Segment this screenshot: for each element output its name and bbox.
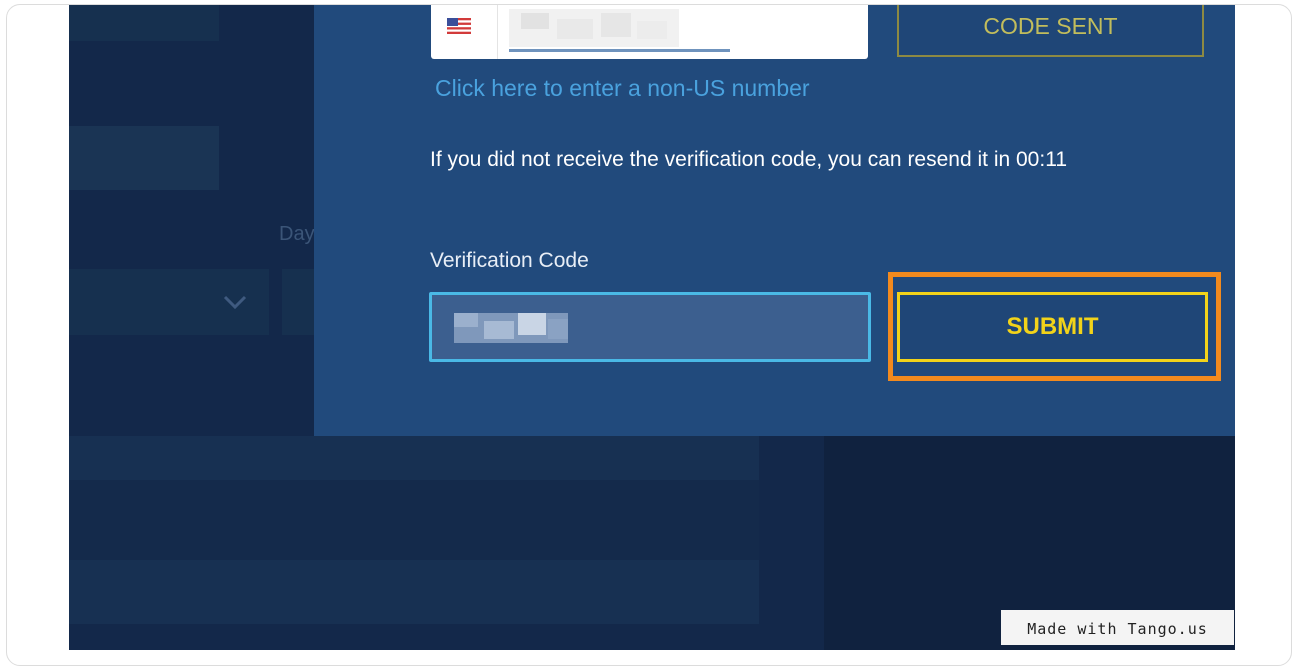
resend-message: If you did not receive the verification … — [430, 148, 1067, 171]
chevron-down-icon[interactable] — [221, 293, 249, 311]
background-block — [69, 126, 219, 190]
background-block — [69, 560, 759, 624]
country-selector[interactable] — [431, 5, 498, 59]
redacted-code — [454, 313, 568, 343]
verification-modal: CODE SENT Click here to enter a non-US n… — [314, 5, 1235, 436]
phone-number-field[interactable] — [431, 5, 868, 59]
code-sent-button[interactable]: CODE SENT — [897, 5, 1204, 57]
background-block — [69, 5, 219, 41]
app-screen: Day CODE SENT Click here to enter a non-… — [69, 5, 1235, 650]
phone-field-underline — [509, 49, 730, 52]
tango-watermark: Made with Tango.us — [1001, 610, 1234, 645]
redacted-phone-number — [509, 9, 679, 47]
submit-button[interactable]: SUBMIT — [897, 292, 1208, 362]
non-us-number-link[interactable]: Click here to enter a non-US number — [435, 75, 810, 102]
us-flag-icon — [447, 18, 471, 34]
screenshot-frame: Day CODE SENT Click here to enter a non-… — [6, 4, 1292, 666]
verification-code-label: Verification Code — [430, 249, 589, 272]
verification-code-input[interactable] — [429, 292, 871, 362]
background-block — [69, 480, 759, 560]
background-block — [69, 436, 759, 480]
background-day-label: Day — [279, 223, 315, 245]
